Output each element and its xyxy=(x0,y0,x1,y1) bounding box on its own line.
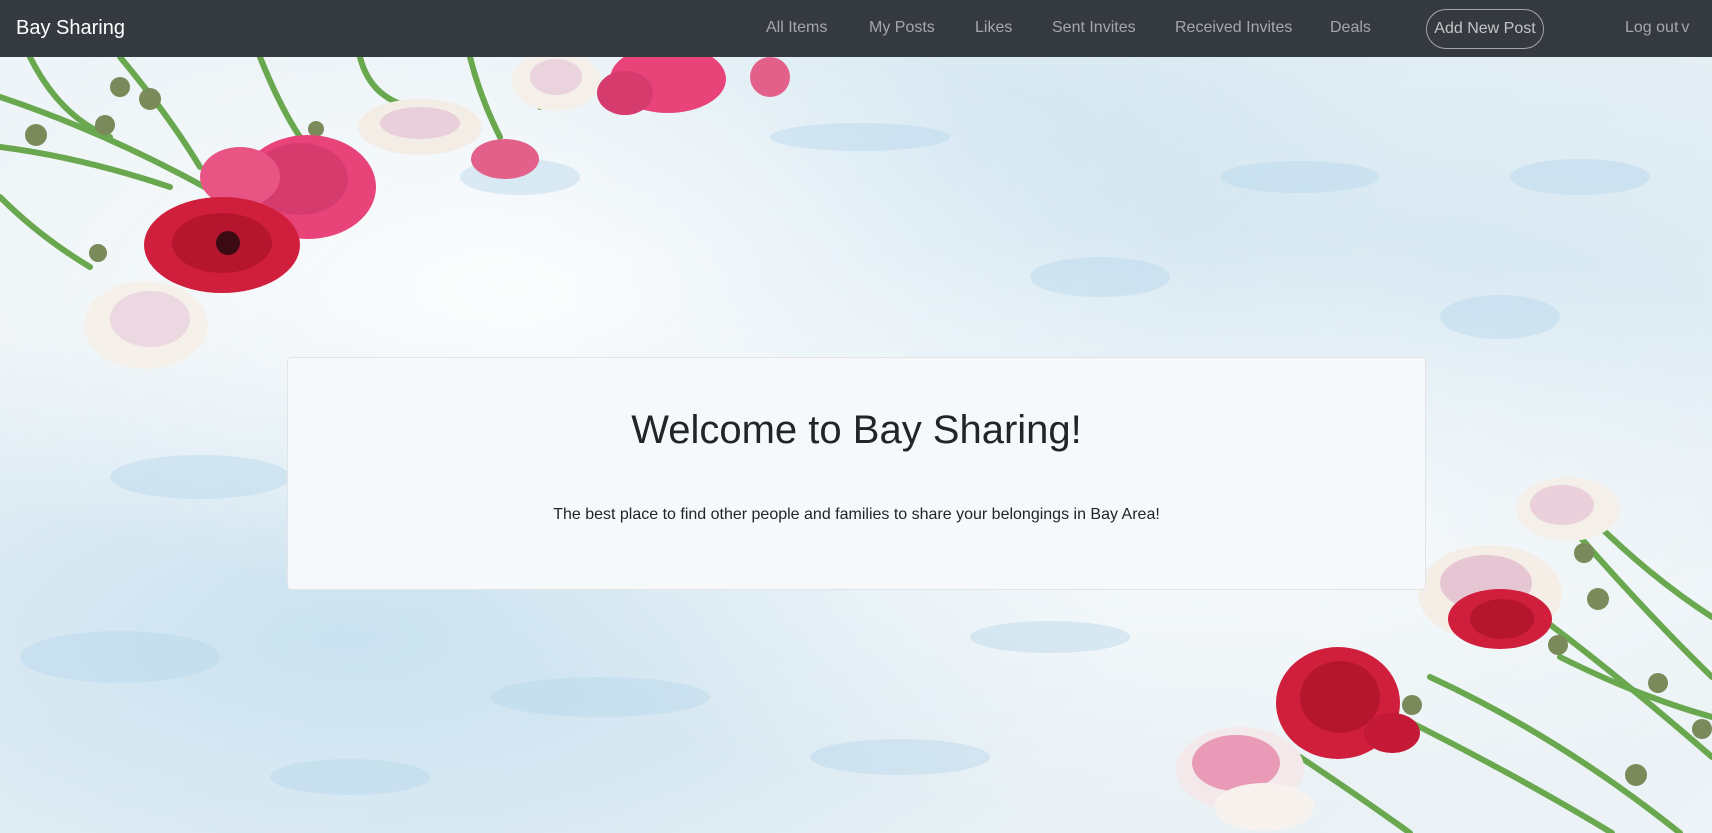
nav-my-posts[interactable]: My Posts xyxy=(869,17,935,39)
nav-likes[interactable]: Likes xyxy=(975,17,1012,39)
welcome-title: Welcome to Bay Sharing! xyxy=(631,408,1082,452)
welcome-subtitle: The best place to find other people and … xyxy=(553,506,1160,523)
caret-down-icon: v xyxy=(1681,19,1690,36)
nav-all-items[interactable]: All Items xyxy=(766,17,827,39)
brand-link[interactable]: Bay Sharing xyxy=(16,16,125,40)
nav-deals[interactable]: Deals xyxy=(1330,17,1371,39)
logout-label: Log out xyxy=(1625,19,1679,36)
logout-dropdown[interactable]: Log out v xyxy=(1625,17,1689,39)
nav-received-invites[interactable]: Received Invites xyxy=(1175,17,1292,39)
add-new-post-button[interactable]: Add New Post xyxy=(1426,9,1544,49)
top-navbar: Bay Sharing All Items My Posts Likes Sen… xyxy=(0,0,1712,57)
nav-sent-invites[interactable]: Sent Invites xyxy=(1052,17,1136,39)
welcome-jumbotron: Welcome to Bay Sharing! The best place t… xyxy=(287,357,1426,590)
